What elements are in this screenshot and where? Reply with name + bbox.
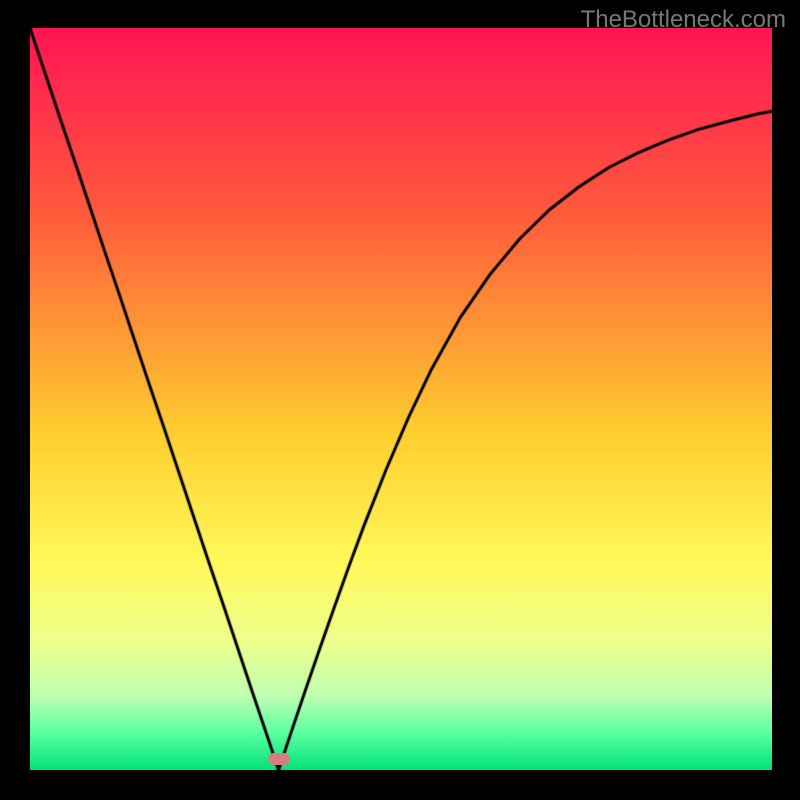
watermark-label: TheBottleneck.com [581,6,786,34]
chart-plot-area [30,28,772,770]
chart-optimum-marker [268,753,290,765]
chart-curve-line [30,28,772,770]
